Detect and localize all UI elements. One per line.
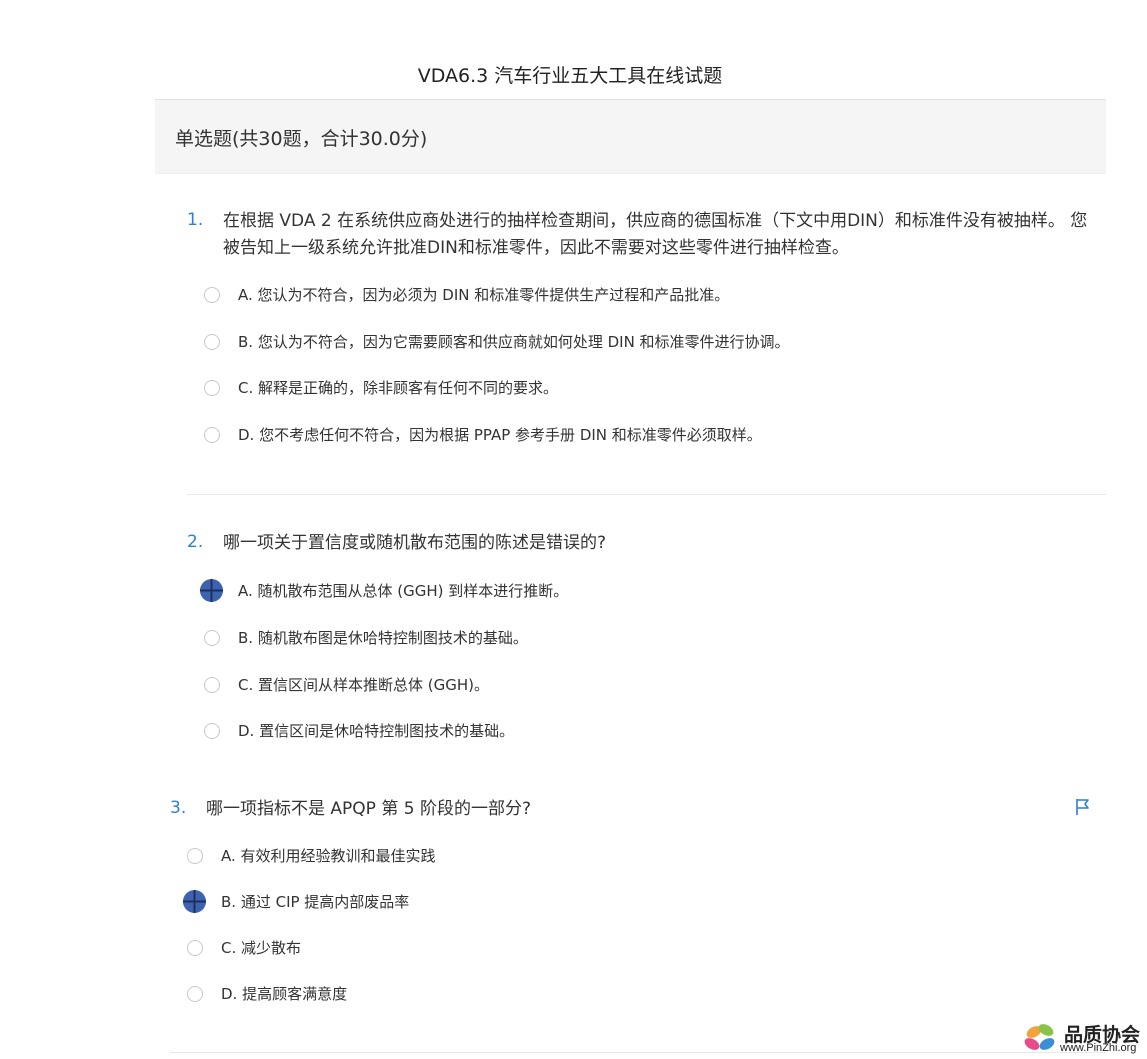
option-label: A. 您认为不符合，因为必须为 DIN 和标准零件提供生产过程和产品批准。 xyxy=(238,286,730,304)
question-2: 2. 哪一项关于置信度或随机散布范围的陈述是错误的? A. 随机散布范围从总体 … xyxy=(187,532,1106,742)
radio-button[interactable] xyxy=(187,986,203,1002)
option-label: D. 提高顾客满意度 xyxy=(221,985,348,1003)
question-number: 1. xyxy=(187,210,204,230)
option-label: A. 有效利用经验教训和最佳实践 xyxy=(221,847,436,865)
option-label: B. 您认为不符合，因为它需要顾客和供应商就如何处理 DIN 和标准零件进行协调… xyxy=(238,333,790,351)
question-divider xyxy=(170,1052,1106,1053)
radio-button[interactable] xyxy=(187,940,203,956)
radio-button[interactable] xyxy=(204,677,220,693)
radio-button[interactable] xyxy=(204,427,220,443)
question-3: 3. 哪一项指标不是 APQP 第 5 阶段的一部分? A. 有效利用经验教训和… xyxy=(170,798,1106,1008)
page-title: VDA6.3 汽车行业五大工具在线试题 xyxy=(417,65,723,87)
option-label: B. 通过 CIP 提高内部废品率 xyxy=(221,893,410,911)
option-label: C. 置信区间从样本推断总体 (GGH)。 xyxy=(238,676,490,694)
pinzhi-logo-icon xyxy=(1024,1024,1055,1050)
radio-button[interactable] xyxy=(204,723,220,739)
question-number: 2. xyxy=(187,532,204,552)
option-label: C. 减少散布 xyxy=(221,939,302,957)
radio-button[interactable] xyxy=(204,630,220,646)
option-label: A. 随机散布范围从总体 (GGH) 到样本进行推断。 xyxy=(238,582,569,600)
question-number: 3. xyxy=(170,798,187,818)
option-label: C. 解释是正确的，除非顾客有任何不同的要求。 xyxy=(238,379,559,397)
watermark: 品质协会 www.PinZhi.org xyxy=(1020,1018,1147,1059)
radio-button[interactable] xyxy=(204,334,220,350)
question-text: 哪一项关于置信度或随机散布范围的陈述是错误的? xyxy=(223,533,607,553)
radio-button[interactable] xyxy=(204,380,220,396)
question-1: 1. 在根据 VDA 2 在系统供应商处进行的抽样检查期间，供应商的德国标准（下… xyxy=(187,208,1106,448)
flag-icon[interactable] xyxy=(1075,798,1091,816)
crosshair-circle-icon[interactable] xyxy=(199,578,224,603)
question-divider xyxy=(187,494,1106,495)
section-divider xyxy=(155,173,1106,174)
section-header: 单选题(共30题，合计30.0分) xyxy=(155,99,1106,173)
section-title: 单选题(共30题，合计30.0分) xyxy=(175,128,428,150)
crosshair-circle-icon[interactable] xyxy=(182,889,207,914)
question-text: 在根据 VDA 2 在系统供应商处进行的抽样检查期间，供应商的德国标准（下文中用… xyxy=(223,211,1088,258)
watermark-url: www.PinZhi.org xyxy=(1060,1042,1137,1054)
option-label: D. 您不考虑任何不符合，因为根据 PPAP 参考手册 DIN 和标准零件必须取… xyxy=(238,426,762,444)
option-label: D. 置信区间是休哈特控制图技术的基础。 xyxy=(238,722,515,740)
question-text: 哪一项指标不是 APQP 第 5 阶段的一部分? xyxy=(206,799,531,819)
radio-button[interactable] xyxy=(204,287,220,303)
radio-button[interactable] xyxy=(187,848,203,864)
option-label: B. 随机散布图是休哈特控制图技术的基础。 xyxy=(238,629,528,647)
